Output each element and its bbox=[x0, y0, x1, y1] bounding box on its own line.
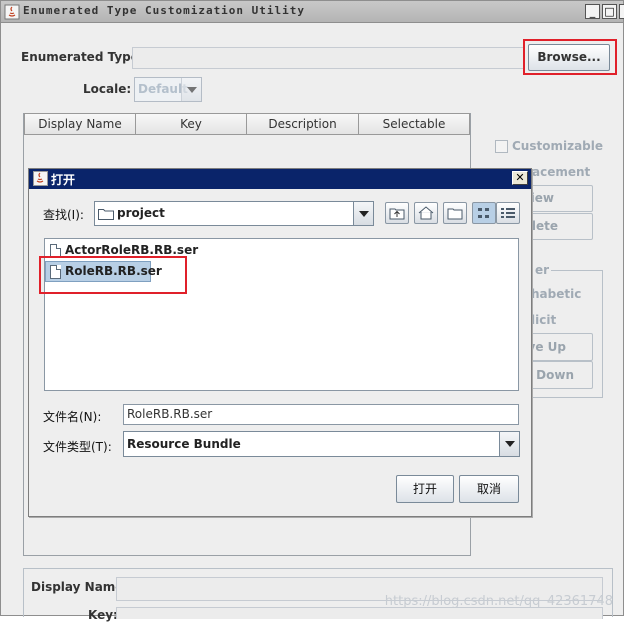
chevron-down-icon[interactable] bbox=[181, 78, 201, 101]
column-header-key[interactable]: Key bbox=[136, 113, 247, 135]
java-icon bbox=[4, 4, 20, 20]
enumerated-type-field[interactable] bbox=[132, 47, 524, 69]
dialog-title: 打开 bbox=[51, 173, 76, 187]
alphabetic-radio-label[interactable]: habetic bbox=[531, 287, 581, 301]
cancel-button[interactable]: 取消 bbox=[459, 475, 519, 503]
customizable-checkbox[interactable] bbox=[495, 140, 508, 153]
look-in-select[interactable]: project bbox=[94, 201, 374, 226]
window-titlebar[interactable]: Enumerated Type Customization Utility _ … bbox=[1, 1, 624, 23]
filetype-select[interactable]: Resource Bundle bbox=[123, 431, 520, 457]
locale-label: Locale: bbox=[83, 82, 132, 96]
file-name: ActorRoleRB.RB.ser bbox=[65, 243, 199, 257]
minimize-button[interactable]: _ bbox=[585, 4, 600, 19]
chevron-down-icon[interactable] bbox=[353, 202, 373, 225]
explicit-radio-label[interactable]: licit bbox=[531, 313, 556, 327]
column-header-selectable[interactable]: Selectable bbox=[359, 113, 470, 135]
details-view-button[interactable] bbox=[496, 202, 520, 224]
open-button[interactable]: 打开 bbox=[396, 475, 454, 503]
home-button[interactable] bbox=[414, 202, 438, 224]
filetype-label: 文件类型(T): bbox=[43, 440, 112, 454]
enumerated-type-label: Enumerated Type: bbox=[21, 50, 144, 64]
new-folder-icon bbox=[447, 208, 463, 220]
list-view-icon bbox=[478, 208, 489, 218]
column-header-display-name[interactable]: Display Name bbox=[24, 113, 136, 135]
folder-up-icon bbox=[389, 208, 405, 220]
key-label: Key: bbox=[88, 608, 118, 622]
column-header-description[interactable]: Description bbox=[247, 113, 359, 135]
look-in-label: 查找(I): bbox=[43, 208, 84, 222]
details-view-icon bbox=[501, 208, 515, 218]
display-name-label: Display Name: bbox=[31, 580, 129, 594]
window-title: Enumerated Type Customization Utility bbox=[23, 4, 306, 17]
list-view-button[interactable] bbox=[472, 202, 496, 224]
close-button[interactable] bbox=[619, 4, 624, 19]
filetype-value: Resource Bundle bbox=[127, 437, 241, 451]
folder-icon bbox=[98, 209, 114, 220]
java-icon bbox=[33, 171, 48, 186]
maximize-button[interactable]: □ bbox=[602, 4, 617, 19]
order-group-label: er bbox=[533, 263, 552, 277]
up-one-level-button[interactable] bbox=[385, 202, 409, 224]
chevron-down-icon[interactable] bbox=[499, 432, 519, 456]
replacement-label: acement bbox=[532, 165, 591, 179]
customizable-label: Customizable bbox=[512, 139, 604, 153]
home-icon bbox=[418, 206, 434, 220]
browse-highlight-box bbox=[523, 39, 617, 75]
file-highlight-box bbox=[39, 256, 187, 294]
locale-select[interactable]: Default bbox=[134, 77, 202, 102]
watermark: https://blog.csdn.net/qq_42361748 bbox=[384, 594, 613, 609]
new-folder-button[interactable] bbox=[443, 202, 467, 224]
filename-input[interactable]: RoleRB.RB.ser bbox=[123, 404, 519, 425]
dialog-close-button[interactable]: ✕ bbox=[512, 171, 528, 185]
dialog-titlebar[interactable]: 打开 ✕ bbox=[29, 169, 531, 189]
look-in-value: project bbox=[117, 206, 165, 220]
filename-label: 文件名(N): bbox=[43, 410, 102, 424]
